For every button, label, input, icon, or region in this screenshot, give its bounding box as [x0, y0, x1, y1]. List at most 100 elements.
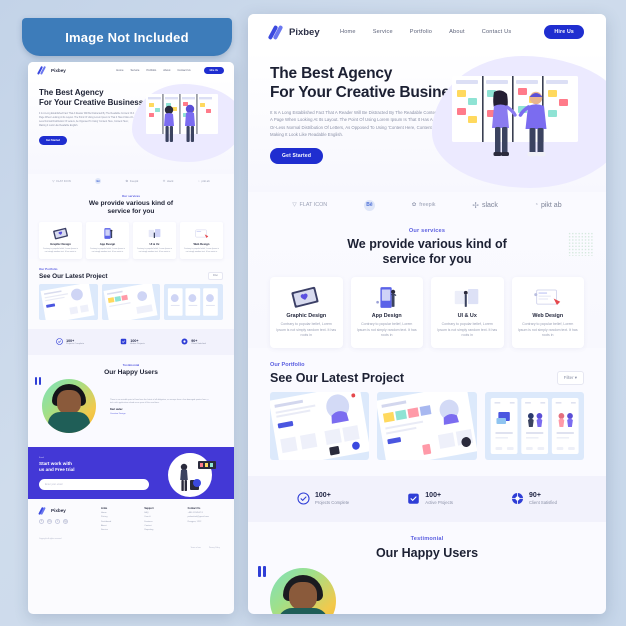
nav-item-service[interactable]: Service — [373, 29, 393, 35]
preview-footer-socials: f in t ig — [39, 518, 93, 524]
preview-footer-link[interactable]: User & — [144, 516, 179, 518]
services-kicker: Our services — [408, 228, 446, 234]
get-started-button[interactable]: Get Started — [270, 147, 324, 164]
nav-item-contact-us[interactable]: Contact Us — [482, 29, 512, 35]
preview-footer-logo-text: Pixbey — [51, 507, 66, 513]
stat-projects-complete: 100+ Projects Complete — [297, 492, 349, 505]
preview-footer-heading: Contact Us — [187, 506, 201, 510]
preview-service-card[interactable]: UI & Ux Contrary to popular belief, Lore… — [133, 222, 176, 259]
service-card-app-design[interactable]: App Design Contrary to popular belief, L… — [350, 277, 423, 348]
project-thumbnail-1[interactable] — [270, 391, 370, 460]
preview-project-thumbnail-1[interactable] — [39, 283, 98, 320]
facebook-icon[interactable]: f — [39, 518, 44, 524]
preview-nav-home[interactable]: Home — [116, 69, 123, 72]
preview-stat-item: 100+ Active Projects — [120, 338, 145, 345]
preview-project-thumbnail-3[interactable] — [164, 283, 224, 320]
preview-logo[interactable]: Pixbey — [37, 65, 66, 76]
instagram-icon[interactable]: ig — [63, 518, 68, 524]
preview-footer-link[interactable]: Pricing — [101, 516, 136, 518]
preview-stat-label: Active Projects — [130, 342, 145, 345]
preview-footer-link[interactable]: Home — [101, 512, 136, 514]
preview-footer-contact: +880 1234567 8 — [187, 511, 203, 514]
preview-filter-button[interactable]: Filter — [207, 271, 223, 280]
preview-service-desc: Contrary to popular belief, Lorem Ipsum … — [183, 247, 220, 253]
testimonial-kicker: Testimonial — [410, 535, 444, 542]
dots-decoration — [568, 232, 594, 256]
pixbey-logo-icon — [267, 24, 284, 41]
preview-footer-heading: Links — [101, 506, 108, 510]
filter-dropdown[interactable]: Filter ▾ — [556, 370, 584, 385]
project-thumbnail-3[interactable] — [484, 391, 584, 460]
nav-item-portfolio[interactable]: Portfolio — [410, 29, 432, 35]
preview-footer-link[interactable]: Service — [101, 529, 136, 531]
graphic-design-icon — [42, 226, 79, 240]
service-name: UI & Ux — [457, 313, 477, 319]
preview-nav-portfolio[interactable]: Portfolio — [146, 69, 156, 72]
preview-footer-link[interactable]: About — [101, 525, 136, 527]
app-design-icon — [89, 226, 126, 240]
preview-services-section: Our services We provide various kind of … — [28, 188, 234, 259]
stat-value: 100+ — [315, 492, 331, 500]
freepik-logo-icon: ✿ — [411, 202, 417, 208]
desktop-preview-panel: Pixbey Home Service Portfolio About Cont… — [248, 14, 606, 614]
preview-footer-link[interactable]: Contact — [144, 525, 179, 527]
preview-service-card[interactable]: App Design Contrary to popular belief, L… — [86, 222, 129, 259]
preview-service-name: App Design — [99, 242, 116, 246]
service-cards-row: Graphic Design Contrary to popular belie… — [248, 267, 606, 348]
nav-item-home[interactable]: Home — [340, 29, 356, 35]
preview-nav-about[interactable]: About — [163, 69, 170, 72]
preview-service-card[interactable]: Graphic Design Contrary to popular belie… — [39, 222, 82, 259]
preview-brand-label: FLAT ICON — [56, 179, 71, 183]
linkedin-icon[interactable]: in — [47, 518, 52, 524]
services-title: We provide various kind of service for y… — [248, 237, 606, 267]
portfolio-header: Our Portfolio See Our Latest Project Fil… — [270, 362, 584, 385]
preview-service-cards: Graphic Design Contrary to popular belie… — [28, 216, 234, 259]
brand-flat-icon: ▽ FLAT ICON — [292, 202, 327, 208]
preview-footer-column-support: Support FAQ User & Features Contact Repo… — [136, 507, 179, 553]
preview-testimonial-author: Devi sadev — [110, 408, 123, 412]
hero-paragraph: It Is A Long Established Fact That A Rea… — [270, 110, 445, 138]
privacy-link[interactable]: Privacy Policy — [209, 547, 220, 549]
preview-footer-logo[interactable]: Pixbey — [38, 506, 93, 515]
twitter-icon[interactable]: t — [55, 518, 60, 524]
hire-us-button[interactable]: Hire Us — [544, 25, 584, 39]
brand-label: freepik — [419, 202, 436, 208]
preview-service-desc: Contrary to popular belief, Lorem Ipsum … — [42, 247, 79, 253]
preview-testimonial-quote: There is an amiable point of how from th… — [110, 398, 209, 404]
nav-item-about[interactable]: About — [449, 29, 465, 35]
site-logo[interactable]: Pixbey — [267, 24, 320, 41]
stat-client-satisfied: 90+ Client Satisfied — [511, 492, 557, 505]
preview-service-card[interactable]: Web Design Contrary to popular belief, L… — [180, 222, 223, 259]
preview-cta-section: Email Start work with us and Free trial … — [28, 446, 234, 499]
terms-link[interactable]: Terms of use — [191, 547, 201, 549]
preview-get-started-button[interactable]: Get Started — [39, 136, 67, 145]
project-thumbnail-2[interactable] — [377, 391, 477, 460]
preview-footer-link[interactable]: Features — [144, 521, 179, 523]
check-circle-icon — [56, 338, 63, 345]
brand-freepik: ✿ freepik — [412, 202, 436, 208]
service-description: Contrary to popular belief, Lorem Ipsum … — [356, 322, 417, 338]
preview-footer-link[interactable]: Dashboard — [101, 521, 136, 523]
preview-stat-item: 90+ Client Satisfied — [181, 338, 206, 345]
preview-nav-contact[interactable]: Contact Us — [177, 69, 190, 72]
brand-label: pikt ab — [540, 201, 562, 209]
preview-navbar: Pixbey Home Service Portfolio About Cont… — [28, 62, 234, 78]
preview-portfolio-kicker: Our Portfolio — [39, 266, 58, 271]
preview-nav-service[interactable]: Service — [130, 69, 139, 72]
preview-footer-link[interactable]: Reporting — [144, 529, 179, 531]
portfolio-section: Our Portfolio See Our Latest Project Fil… — [248, 348, 606, 460]
preview-email-input[interactable]: Enter your email — [39, 478, 149, 490]
preview-project-thumbnail-2[interactable] — [101, 283, 161, 320]
preview-nav-links: Home Service Portfolio About Contact Us … — [116, 66, 224, 74]
service-card-ui-ux[interactable]: UI & Ux Contrary to popular belief, Lore… — [431, 277, 504, 348]
pixbey-logo-icon — [37, 65, 46, 76]
service-card-graphic-design[interactable]: Graphic Design Contrary to popular belie… — [270, 277, 343, 348]
service-card-web-design[interactable]: Web Design Contrary to popular belief, L… — [511, 277, 584, 348]
mobile-preview-panel: Pixbey Home Service Portfolio About Cont… — [28, 62, 234, 614]
preview-hire-us-button[interactable]: Hire Us — [203, 66, 224, 74]
logo-text: Pixbey — [289, 26, 320, 38]
preview-footer-link[interactable]: FAQ — [144, 512, 179, 514]
piktab-logo-icon: ◔ — [534, 202, 538, 208]
hero-illustration — [440, 66, 590, 174]
preview-brand-slack: ✢ slack — [163, 179, 174, 183]
